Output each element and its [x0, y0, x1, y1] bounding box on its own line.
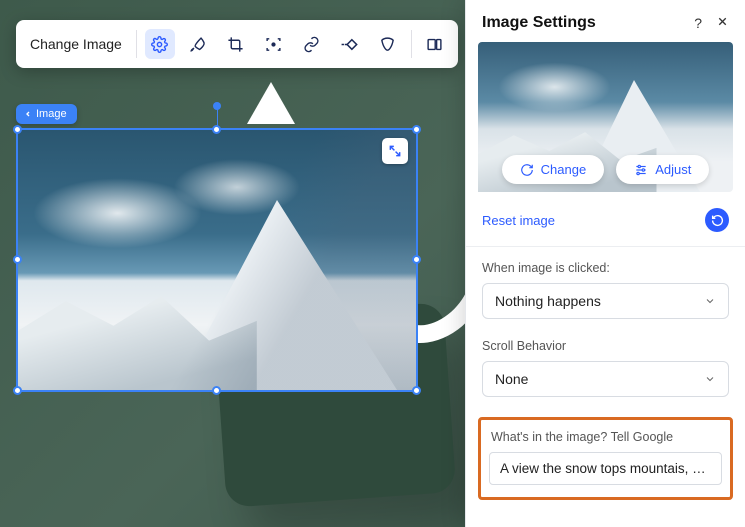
selection-breadcrumb[interactable]: Image: [16, 104, 77, 124]
breadcrumb-label: Image: [36, 108, 67, 120]
toolbar-divider: [411, 30, 412, 58]
toolbar-divider: [136, 30, 137, 58]
stretch-button[interactable]: [420, 29, 450, 59]
panel-header: Image Settings ?: [466, 0, 745, 42]
image-settings-panel: Image Settings ? Change: [465, 0, 745, 527]
chevron-down-icon: [704, 373, 716, 385]
focal-point-icon: [265, 36, 282, 53]
refresh-icon: [520, 163, 534, 177]
crop-icon: [227, 36, 244, 53]
link-button[interactable]: [297, 29, 327, 59]
mask-button[interactable]: [373, 29, 403, 59]
reset-image-link[interactable]: Reset image: [482, 213, 555, 228]
change-button-label: Change: [541, 162, 587, 177]
animation-icon: [340, 36, 359, 53]
rotate-stem: [217, 108, 218, 126]
filters-button[interactable]: [183, 29, 213, 59]
reset-image-icon-button[interactable]: [705, 208, 729, 232]
adjust-button-label: Adjust: [655, 162, 691, 177]
close-icon: [716, 15, 729, 28]
close-button[interactable]: [716, 15, 729, 31]
adjust-button[interactable]: Adjust: [616, 155, 709, 184]
scroll-behavior-select[interactable]: None: [482, 361, 729, 397]
image-content-shade: [18, 130, 416, 390]
brush-icon: [189, 36, 206, 53]
scroll-behavior-section: Scroll Behavior None: [466, 325, 745, 403]
link-icon: [303, 36, 320, 53]
mask-icon: [379, 36, 396, 53]
expand-icon: [388, 144, 402, 158]
resize-handle-top[interactable]: [212, 125, 221, 134]
resize-handle-top-right[interactable]: [412, 125, 421, 134]
reset-row: Reset image: [466, 196, 745, 247]
alt-text-input[interactable]: A view the snow tops mountais, ever…: [489, 452, 722, 485]
gear-icon: [151, 36, 168, 53]
alt-text-section-highlighted: What's in the image? Tell Google A view …: [478, 417, 733, 500]
resize-handle-bottom-left[interactable]: [13, 386, 22, 395]
settings-button[interactable]: [145, 29, 175, 59]
image-preview: Change Adjust: [478, 42, 733, 192]
selected-image[interactable]: [16, 128, 418, 392]
rotate-handle[interactable]: [213, 102, 221, 110]
chevron-down-icon: [704, 295, 716, 307]
chevron-left-icon: [24, 110, 32, 118]
resize-handle-bottom-right[interactable]: [412, 386, 421, 395]
change-button[interactable]: Change: [502, 155, 605, 184]
expand-image-button[interactable]: [382, 138, 408, 164]
stretch-icon: [426, 36, 443, 53]
alt-text-label: What's in the image? Tell Google: [491, 430, 720, 444]
resize-handle-left[interactable]: [13, 255, 22, 264]
click-action-section: When image is clicked: Nothing happens: [466, 247, 745, 325]
crop-button[interactable]: [221, 29, 251, 59]
focal-point-button[interactable]: [259, 29, 289, 59]
click-action-value: Nothing happens: [495, 293, 601, 309]
scroll-behavior-value: None: [495, 371, 528, 387]
undo-icon: [711, 214, 724, 227]
click-action-select[interactable]: Nothing happens: [482, 283, 729, 319]
resize-handle-bottom[interactable]: [212, 386, 221, 395]
change-image-button[interactable]: Change Image: [28, 30, 128, 58]
resize-handle-right[interactable]: [412, 255, 421, 264]
click-action-label: When image is clicked:: [482, 261, 729, 275]
animation-button[interactable]: [335, 29, 365, 59]
panel-title: Image Settings: [482, 14, 596, 32]
scroll-behavior-label: Scroll Behavior: [482, 339, 729, 353]
background-triangle-decor: [247, 82, 295, 124]
help-button[interactable]: ?: [694, 15, 702, 31]
image-toolbar: Change Image: [16, 20, 458, 68]
sliders-icon: [634, 163, 648, 177]
resize-handle-top-left[interactable]: [13, 125, 22, 134]
